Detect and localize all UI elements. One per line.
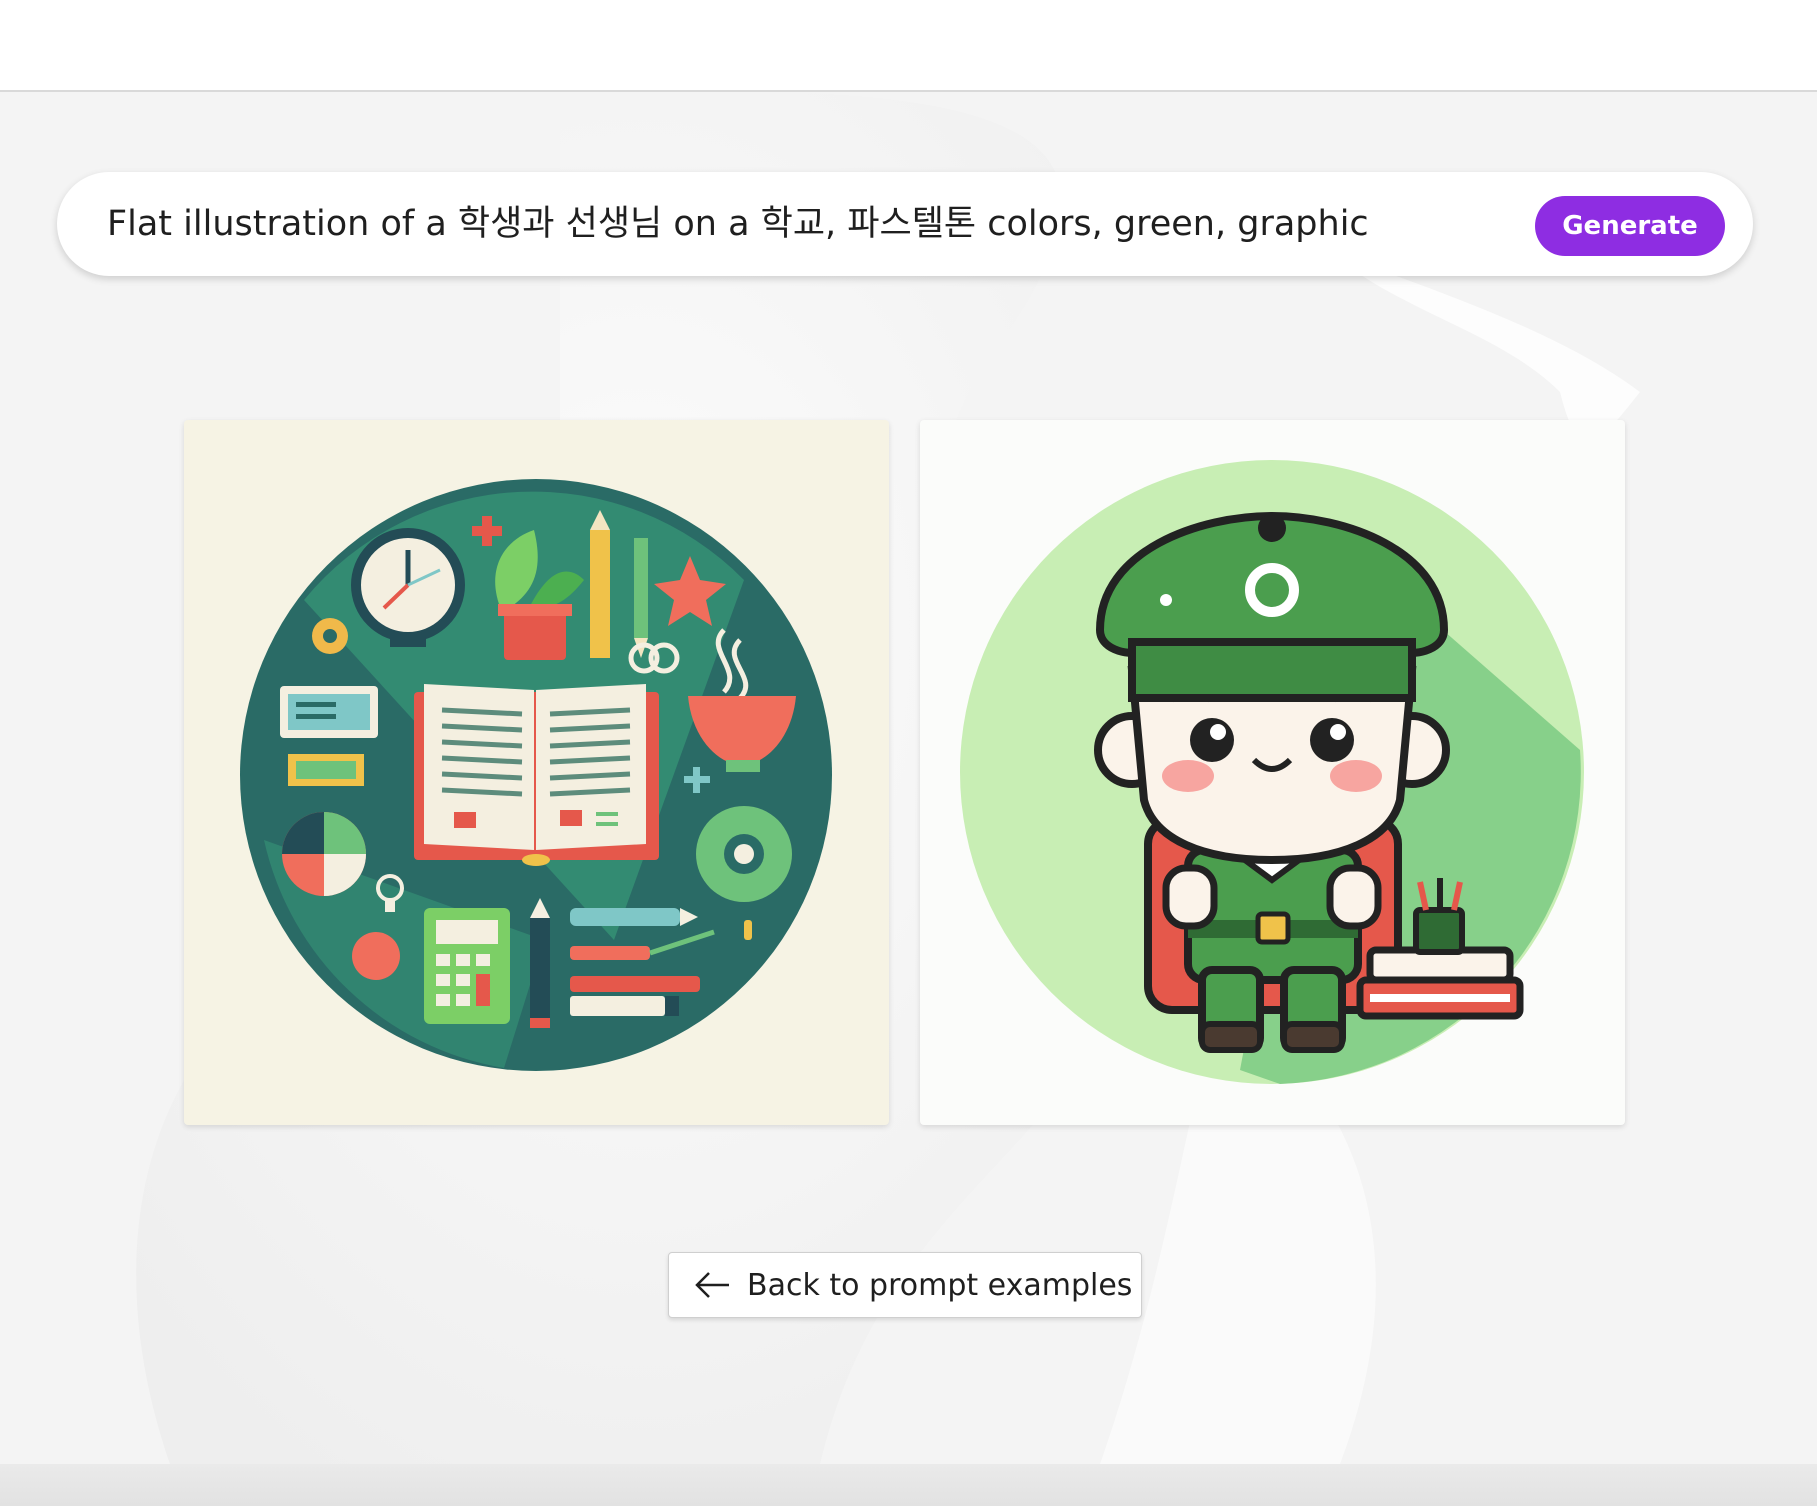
- generate-button[interactable]: Generate: [1535, 196, 1725, 256]
- prompt-bar: Flat illustration of a 학생과 선생님 on a 학교, …: [57, 172, 1753, 276]
- prompt-input[interactable]: Flat illustration of a 학생과 선생님 on a 학교, …: [107, 172, 1507, 276]
- top-bar: [0, 0, 1817, 92]
- back-to-prompt-examples-button[interactable]: Back to prompt examples: [668, 1252, 1142, 1318]
- arrow-left-icon: [695, 1272, 729, 1298]
- generated-image-student-character[interactable]: [920, 420, 1625, 1125]
- school-supplies-illustration-icon: [240, 479, 832, 1071]
- back-button-label: Back to prompt examples: [747, 1267, 1133, 1303]
- student-character-illustration-icon: [960, 460, 1584, 1084]
- bottom-strip: [0, 1464, 1817, 1506]
- generated-image-school-supplies[interactable]: [184, 420, 889, 1125]
